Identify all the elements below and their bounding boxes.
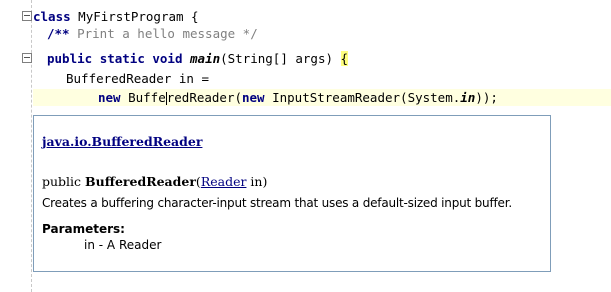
code-text: (String[] args)	[220, 51, 341, 66]
code-text: InputStreamReader(System.	[264, 90, 461, 105]
code-line-2[interactable]: /** Print a hello message */	[47, 25, 258, 42]
matching-brace: {	[340, 51, 349, 66]
keyword: void	[152, 51, 183, 66]
code-text: BufferedReader in =	[66, 71, 209, 86]
code-line-4[interactable]: BufferedReader in =	[66, 70, 209, 87]
javadoc-popup[interactable]: java.io.BufferedReader public BufferedRe…	[33, 115, 551, 272]
constructor-signature: public BufferedReader(Reader in)	[42, 174, 268, 189]
javadoc-class-link[interactable]: java.io.BufferedReader	[42, 134, 202, 149]
keyword: new	[242, 90, 265, 105]
keyword: static	[99, 51, 145, 66]
fold-collapse-icon[interactable]	[22, 53, 32, 63]
gutter-guide-line	[31, 0, 32, 292]
javadoc-description: Creates a buffering character-input stre…	[42, 196, 512, 210]
code-editor[interactable]: class MyFirstProgram { /** Print a hello…	[0, 0, 611, 292]
parameter-separator: -	[94, 238, 107, 252]
signature-name: BufferedReader	[85, 174, 196, 189]
comment-open: /**	[47, 26, 70, 41]
method-name: main	[190, 51, 221, 66]
code-line-1[interactable]: class MyFirstProgram {	[33, 8, 199, 25]
parameter-name: in	[84, 238, 95, 252]
signature-modifier: public	[42, 174, 82, 189]
static-field: in	[460, 90, 476, 105]
code-text: MyFirstProgram {	[70, 9, 199, 24]
parameter-description: A Reader	[106, 238, 162, 252]
code-text: ));	[475, 90, 498, 105]
code-text: Buffe	[120, 90, 166, 105]
keyword: new	[98, 90, 121, 105]
code-text: edReader(	[174, 90, 242, 105]
parameter-entry: in - A Reader	[84, 238, 161, 252]
parameters-heading: Parameters:	[42, 222, 125, 236]
signature-param-rest: in)	[246, 174, 268, 189]
code-line-3[interactable]: public static void main(String[] args) {	[47, 50, 349, 67]
code-line-5[interactable]: new BufferedReader(new InputStreamReader…	[98, 89, 498, 106]
param-type-link[interactable]: Reader	[201, 174, 247, 189]
keyword: public	[47, 51, 93, 66]
comment-text: Print a hello message	[69, 26, 243, 41]
fold-collapse-icon[interactable]	[22, 11, 32, 21]
comment-close: */	[242, 26, 258, 41]
keyword: class	[33, 9, 71, 24]
